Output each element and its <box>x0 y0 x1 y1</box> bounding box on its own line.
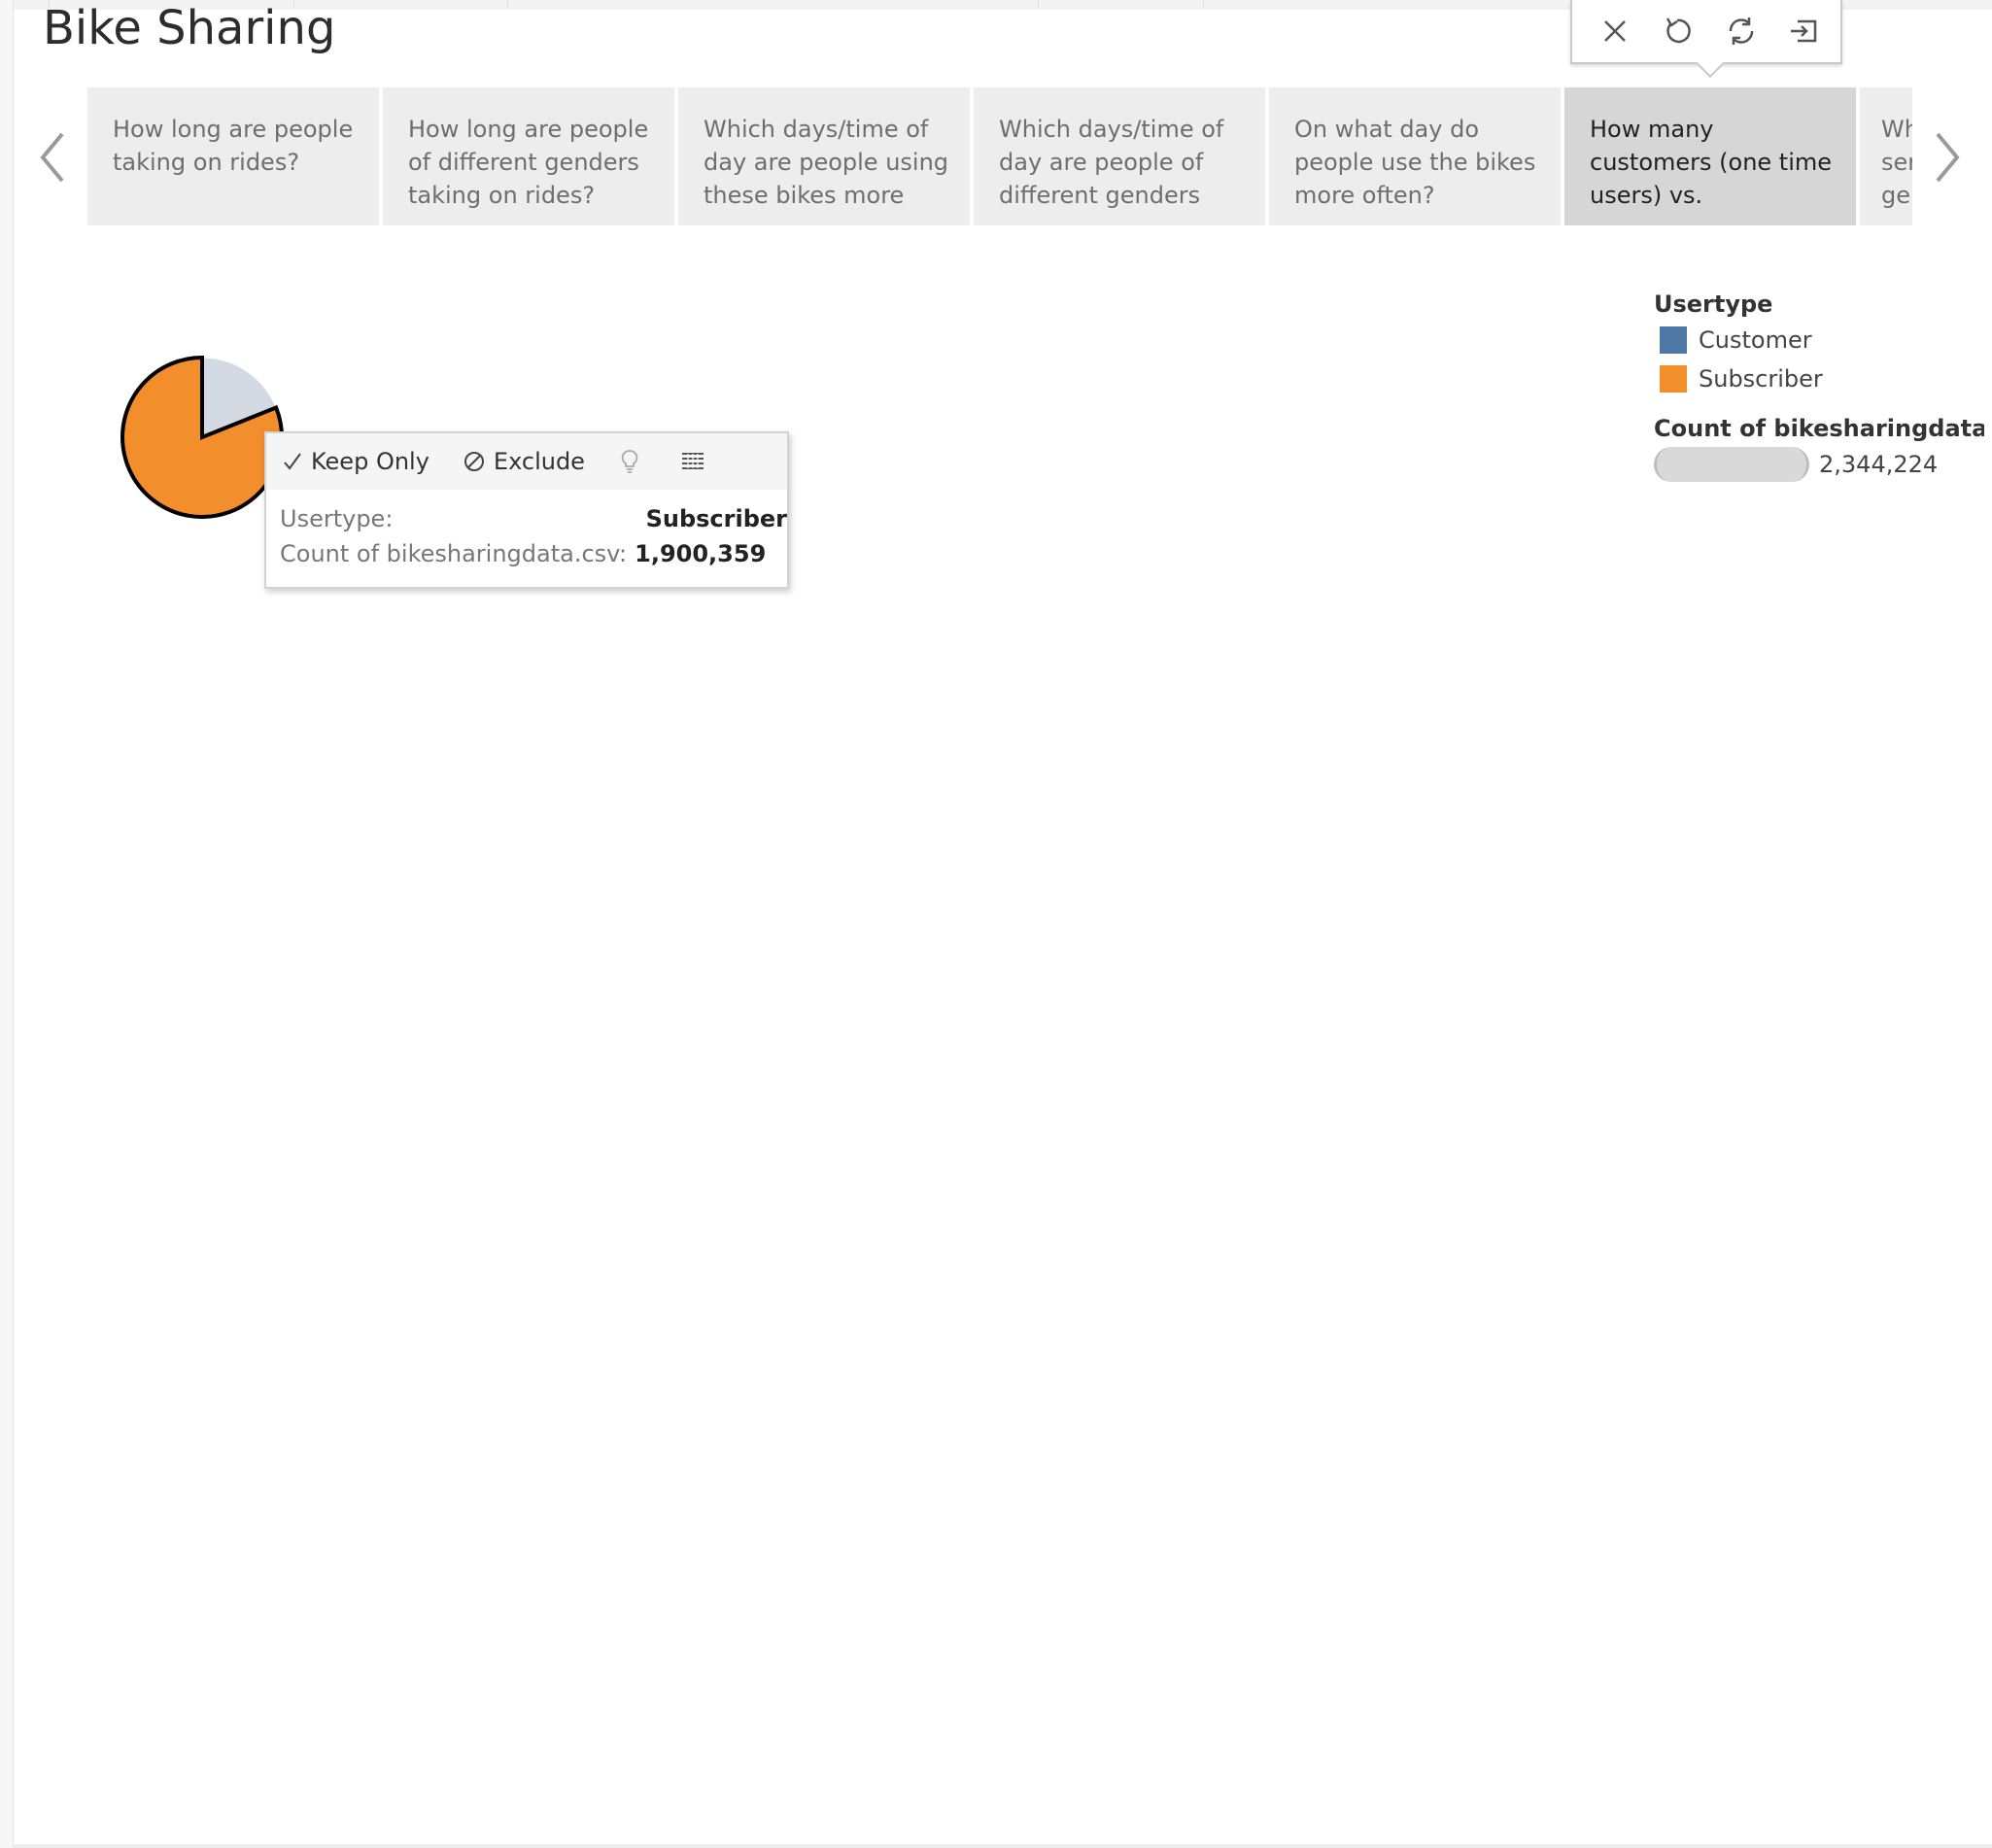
close-button[interactable] <box>1594 10 1636 52</box>
size-legend-bar <box>1654 447 1809 482</box>
tooltip-key: Count of bikesharingdata.csv: <box>280 540 628 567</box>
close-icon <box>1604 20 1626 42</box>
refresh-button[interactable] <box>1720 10 1763 52</box>
exit-button[interactable] <box>1782 10 1825 52</box>
mark-tooltip: Keep Only Exclude Usertype: Subscriber C… <box>264 431 789 589</box>
legend-swatch <box>1660 326 1687 354</box>
view-data-button[interactable] <box>680 451 705 472</box>
story-point-label: Which days/time of day are people of dif… <box>999 116 1224 209</box>
story-point-label: Which days/time of day are people using … <box>704 116 949 209</box>
story-point[interactable]: Which days/time of day are people using … <box>678 87 970 225</box>
chevron-right-icon <box>1936 132 1960 183</box>
pie-chart <box>115 350 290 525</box>
exclude-label: Exclude <box>493 448 585 475</box>
story-point-label: Wh ser ge <box>1881 116 1912 209</box>
story-point[interactable]: How long are people of different genders… <box>383 87 674 225</box>
tooltip-value: Subscriber <box>645 505 787 532</box>
keep-only-button[interactable]: Keep Only <box>282 448 429 475</box>
story-point-active[interactable]: How many customers (one time users) vs. … <box>1564 87 1856 225</box>
undo-icon <box>1666 17 1691 44</box>
size-legend: 2,344,224 <box>1654 447 1984 482</box>
chevron-left-icon <box>40 132 64 183</box>
undo-button[interactable] <box>1656 10 1699 52</box>
story-point-label: How long are people of different genders… <box>408 116 649 209</box>
story-point-label: On what day do people use the bikes more… <box>1294 116 1536 209</box>
story-points: How long are people taking on rides? How… <box>87 87 1912 225</box>
data-grid-icon <box>681 453 704 469</box>
legend-title: Usertype <box>1654 291 1773 318</box>
story-point-label: How many customers (one time users) vs. … <box>1590 116 1833 209</box>
strip-divider <box>507 0 508 8</box>
legend-label: Subscriber <box>1699 365 1823 393</box>
strip-divider <box>1203 0 1204 8</box>
tooltip-body: Usertype: Subscriber Count of bikesharin… <box>266 490 787 571</box>
story-point[interactable]: Which days/time of day are people of dif… <box>974 87 1265 225</box>
exclude-icon <box>463 450 486 473</box>
story-point[interactable]: On what day do people use the bikes more… <box>1269 87 1561 225</box>
refresh-icon <box>1729 17 1754 45</box>
legend-item-customer[interactable]: Customer <box>1654 321 1984 359</box>
toolbar-caret <box>1696 50 1725 79</box>
dashboard-title: Bike Sharing <box>43 1 336 55</box>
next-story-button[interactable] <box>1928 126 1967 188</box>
legend-panel: Usertype Customer Subscriber Count of bi… <box>1654 288 1984 482</box>
legend-label: Customer <box>1699 326 1812 354</box>
tooltip-row: Usertype: Subscriber <box>280 501 787 536</box>
left-rail <box>0 0 14 1848</box>
bottom-border <box>13 1844 1992 1848</box>
tooltip-key: Usertype: <box>280 505 394 532</box>
lightbulb-icon <box>621 450 638 473</box>
tooltip-value: 1,900,359 <box>635 540 767 567</box>
pie-chart-svg <box>120 355 284 519</box>
explain-data-button[interactable] <box>618 448 641 475</box>
previous-story-button[interactable] <box>35 126 74 188</box>
strip-divider <box>1038 0 1039 8</box>
tooltip-row: Count of bikesharingdata.csv: 1,900,359 <box>280 536 787 571</box>
size-legend-value: 2,344,224 <box>1819 451 1939 478</box>
legend-item-subscriber[interactable]: Subscriber <box>1654 359 1984 398</box>
mark-toolbar <box>1570 0 1842 79</box>
size-legend-title: Count of bikesharingdata.. <box>1654 415 1984 442</box>
tooltip-actions: Keep Only Exclude <box>266 433 787 490</box>
story-point[interactable]: How long are people taking on rides? <box>87 87 379 225</box>
exclude-button[interactable]: Exclude <box>463 448 585 475</box>
story-point[interactable]: Wh ser ge <box>1860 87 1912 225</box>
story-point-label: How long are people taking on rides? <box>113 116 354 176</box>
keep-only-label: Keep Only <box>311 448 429 475</box>
exit-icon <box>1791 19 1817 43</box>
legend-swatch <box>1660 365 1687 393</box>
check-icon <box>282 451 303 472</box>
